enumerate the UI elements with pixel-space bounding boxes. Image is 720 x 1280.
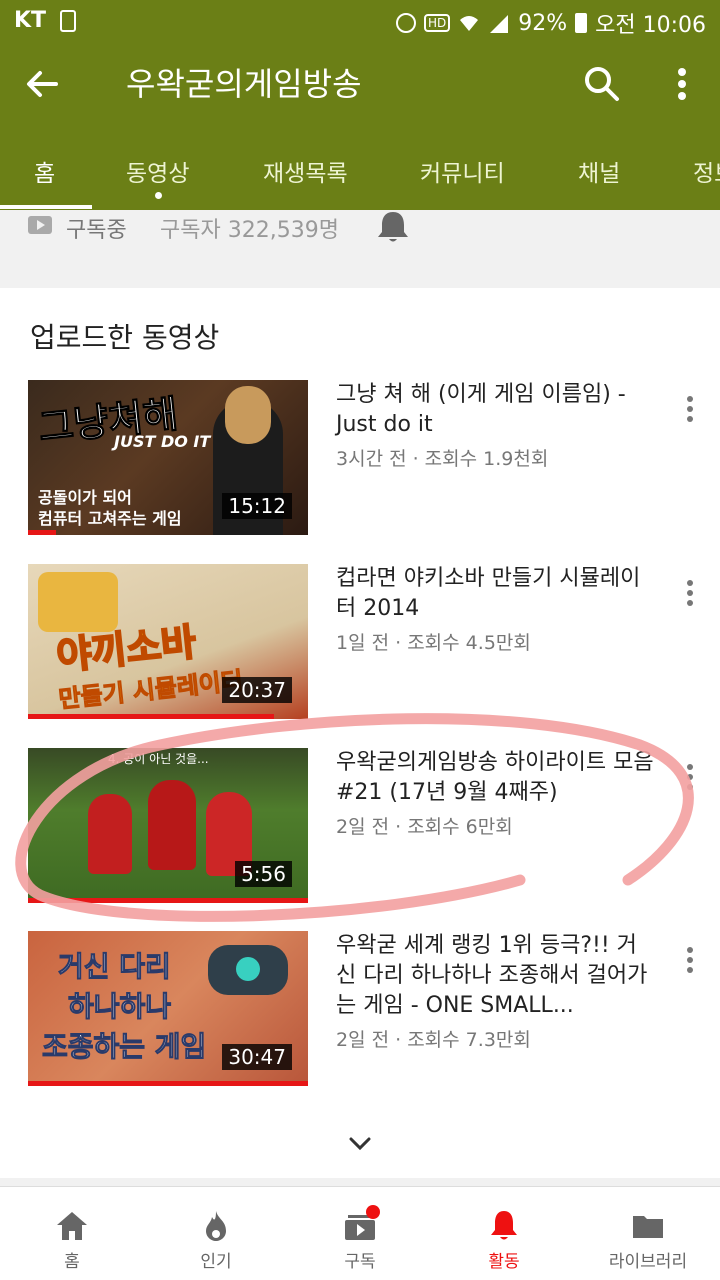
- video-thumbnail[interactable]: 그냥쳐해 JUST DO IT 공돌이가 되어 컴퓨터 고쳐주는 게임 15:1…: [28, 380, 308, 535]
- watch-progress: [28, 530, 56, 535]
- tab-videos[interactable]: 동영상: [126, 154, 189, 188]
- nav-subscriptions[interactable]: 구독: [288, 1187, 432, 1280]
- subscriber-count: 구독자 322,539명: [160, 218, 339, 243]
- youtube-play-icon: [28, 216, 52, 234]
- nav-label: 홈: [64, 1252, 80, 1272]
- tab-indicator: [0, 205, 92, 209]
- video-title[interactable]: 그냥 쳐 해 (이게 게임 이름임) - Just do it: [336, 380, 656, 440]
- video-title[interactable]: 우왁굳 세계 랭킹 1위 등극?!! 거신 다리 하나하나 조종해서 걸어가는 …: [336, 931, 656, 1021]
- tab-new-dot: [155, 192, 162, 199]
- more-vert-icon[interactable]: [680, 578, 700, 608]
- more-vert-icon[interactable]: [680, 945, 700, 975]
- status-bar: KT HD 92% 오전 10:06: [0, 0, 720, 42]
- folder-icon: [633, 1216, 663, 1238]
- video-thumbnail[interactable]: 4. 공이 아닌 것을... 5:56: [28, 748, 308, 903]
- nav-label: 라이브러리: [608, 1252, 688, 1272]
- nav-label: 구독: [344, 1252, 376, 1272]
- nav-library[interactable]: 라이브러리: [576, 1187, 720, 1280]
- watch-progress: [28, 1081, 308, 1086]
- search-icon[interactable]: [582, 64, 622, 104]
- nav-activity[interactable]: 활동: [432, 1187, 576, 1280]
- video-meta: 3시간 전 · 조회수 1.9천회: [336, 448, 549, 470]
- thumbnail-title: 거신 다리: [58, 950, 172, 984]
- thumbnail-subtitle: JUST DO IT: [114, 432, 211, 451]
- app-bar: 우왁굳의게임방송 홈 동영상 재생목록 커뮤니티 채널 정보: [0, 42, 720, 210]
- video-meta: 2일 전 · 조회수 7.3만회: [336, 1029, 531, 1051]
- more-vert-icon[interactable]: [680, 762, 700, 792]
- clock: 오전 10:06: [595, 13, 706, 38]
- battery-percent: 92%: [518, 10, 568, 36]
- video-thumbnail[interactable]: 야끼소바 만들기 시뮬레이터 20:37: [28, 564, 308, 719]
- tab-community[interactable]: 커뮤니티: [420, 154, 505, 188]
- bell-icon: [491, 1211, 517, 1240]
- thumbnail-title: 조종하는 게임: [41, 1030, 207, 1064]
- fire-icon: [206, 1211, 226, 1241]
- video-duration: 15:12: [222, 493, 292, 519]
- thumbnail-caption: 4. 공이 아닌 것을...: [108, 752, 209, 766]
- nav-trending[interactable]: 인기: [144, 1187, 288, 1280]
- signal-icon: [490, 15, 509, 33]
- uploads-section: 업로드한 동영상 그냥쳐해 JUST DO IT 공돌이가 되어 컴퓨터 고쳐주…: [0, 288, 720, 1178]
- more-vert-icon[interactable]: [680, 394, 700, 424]
- video-thumbnail[interactable]: 거신 다리 하나하나 조종하는 게임 30:47: [28, 931, 308, 1086]
- thumbnail-robot: [208, 945, 288, 995]
- back-arrow-icon[interactable]: [22, 64, 62, 104]
- wifi-icon: [460, 16, 479, 31]
- watch-progress: [28, 898, 308, 903]
- video-meta: 2일 전 · 조회수 6만회: [336, 816, 513, 838]
- video-title[interactable]: 컵라면 야키소바 만들기 시뮬레이터 2014: [336, 564, 656, 624]
- tab-channels[interactable]: 채널: [578, 154, 620, 188]
- alarm-icon: [395, 13, 416, 33]
- video-item[interactable]: 거신 다리 하나하나 조종하는 게임 30:47 우왁굳 세계 랭킹 1위 등극…: [0, 931, 720, 1091]
- notification-bell-icon[interactable]: [374, 210, 412, 244]
- video-duration: 5:56: [235, 861, 292, 887]
- nav-label: 활동: [488, 1252, 520, 1272]
- bottom-navigation: 홈 인기 구독 활동 라이브러리: [0, 1186, 720, 1280]
- nav-label: 인기: [200, 1252, 232, 1272]
- channel-tabs: 홈 동영상 재생목록 커뮤니티 채널 정보: [0, 140, 720, 210]
- new-content-badge: [366, 1205, 380, 1219]
- battery-icon: [575, 13, 588, 33]
- thumbnail-title: 하나하나: [67, 990, 172, 1024]
- carrier-label: KT: [14, 8, 47, 33]
- subscription-strip: 구독중 구독자 322,539명: [0, 210, 720, 285]
- nav-home[interactable]: 홈: [0, 1187, 144, 1280]
- section-title: 업로드한 동영상: [30, 321, 220, 354]
- video-item[interactable]: 그냥쳐해 JUST DO IT 공돌이가 되어 컴퓨터 고쳐주는 게임 15:1…: [0, 380, 720, 540]
- video-item[interactable]: 4. 공이 아닌 것을... 5:56 우왁굳의게임방송 하이라이트 모음 #2…: [0, 748, 720, 908]
- video-duration: 30:47: [222, 1044, 292, 1070]
- channel-title: 우왁굳의게임방송: [126, 65, 362, 103]
- tab-playlists[interactable]: 재생목록: [263, 154, 348, 188]
- video-title[interactable]: 우왁굳의게임방송 하이라이트 모음 #21 (17년 9월 4째주): [336, 748, 656, 808]
- hd-icon: HD: [423, 14, 451, 32]
- chevron-down-icon[interactable]: [348, 1136, 372, 1152]
- phone-icon: [60, 9, 77, 32]
- video-meta: 1일 전 · 조회수 4.5만회: [336, 632, 531, 654]
- more-vert-icon[interactable]: [664, 64, 700, 104]
- subscribe-status[interactable]: 구독중: [66, 212, 127, 244]
- home-icon: [57, 1212, 87, 1240]
- watch-progress: [28, 714, 275, 719]
- video-item[interactable]: 야끼소바 만들기 시뮬레이터 20:37 컵라면 야키소바 만들기 시뮬레이터 …: [0, 564, 720, 724]
- tab-home[interactable]: 홈: [34, 154, 55, 188]
- tab-about[interactable]: 정보: [693, 154, 720, 188]
- video-duration: 20:37: [222, 677, 292, 703]
- thumbnail-caption: 컴퓨터 고쳐주는 게임: [38, 509, 182, 528]
